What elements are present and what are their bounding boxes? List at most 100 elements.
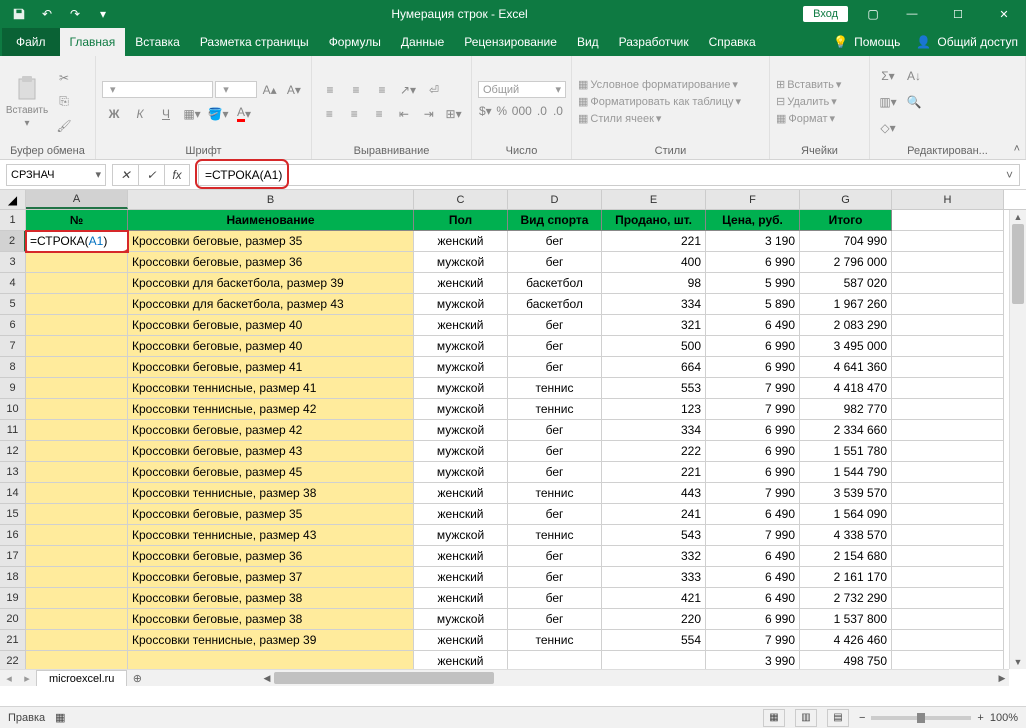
row-header[interactable]: 22	[0, 651, 26, 669]
cell[interactable]: женский	[414, 567, 508, 588]
minimize-button[interactable]: —	[890, 0, 934, 28]
cell[interactable]: 498 750	[800, 651, 892, 669]
cell[interactable]	[26, 378, 128, 399]
cell[interactable]: Кроссовки беговые, размер 43	[128, 441, 414, 462]
scroll-up-icon[interactable]: ▲	[1010, 210, 1026, 224]
tab-insert[interactable]: Вставка	[125, 28, 190, 56]
cell[interactable]: Кроссовки беговые, размер 40	[128, 315, 414, 336]
format-as-table-button[interactable]: ▦ Форматировать как таблицу ▾	[578, 95, 763, 108]
enter-formula-icon[interactable]: ✓	[138, 164, 164, 186]
cell[interactable]: мужской	[414, 420, 508, 441]
cell[interactable]	[892, 210, 1004, 231]
row-header[interactable]: 19	[0, 588, 26, 609]
cell[interactable]: 704 990	[800, 231, 892, 252]
cell[interactable]: 6 490	[706, 567, 800, 588]
cell[interactable]: 7 990	[706, 399, 800, 420]
zoom-in-icon[interactable]: +	[977, 712, 983, 724]
cell[interactable]: 6 490	[706, 504, 800, 525]
cell[interactable]: бег	[508, 420, 602, 441]
cell[interactable]: женский	[414, 546, 508, 567]
cell[interactable]: мужской	[414, 462, 508, 483]
horizontal-scrollbar[interactable]: ◀▶	[260, 669, 1009, 686]
row-header[interactable]: 16	[0, 525, 26, 546]
cell[interactable]: 332	[602, 546, 706, 567]
redo-icon[interactable]: ↷	[62, 2, 88, 26]
macro-record-icon[interactable]: ▦	[55, 711, 65, 724]
cell[interactable]	[892, 294, 1004, 315]
cell[interactable]: 7 990	[706, 630, 800, 651]
cell[interactable]: Кроссовки беговые, размер 35	[128, 231, 414, 252]
cell[interactable]	[26, 336, 128, 357]
cell[interactable]	[892, 336, 1004, 357]
cell[interactable]: 334	[602, 420, 706, 441]
row-header[interactable]: 18	[0, 567, 26, 588]
cell[interactable]: мужской	[414, 609, 508, 630]
row-header[interactable]: 14	[0, 483, 26, 504]
cell[interactable]: бег	[508, 546, 602, 567]
cut-icon[interactable]: ✂	[52, 67, 76, 89]
cell[interactable]: женский	[414, 483, 508, 504]
cell[interactable]	[26, 399, 128, 420]
cell[interactable]: 333	[602, 567, 706, 588]
cell[interactable]: женский	[414, 504, 508, 525]
cell[interactable]: 6 990	[706, 357, 800, 378]
cell[interactable]: бег	[508, 504, 602, 525]
cell[interactable]: 7 990	[706, 483, 800, 504]
sheet-next-icon[interactable]: ▸	[18, 672, 36, 685]
cell[interactable]: бег	[508, 357, 602, 378]
sheet-tab-active[interactable]: microexcel.ru	[36, 670, 127, 686]
cell[interactable]: 982 770	[800, 399, 892, 420]
tab-view[interactable]: Вид	[567, 28, 609, 56]
share-button[interactable]: 👤Общий доступ	[908, 28, 1026, 56]
cell[interactable]	[892, 651, 1004, 669]
cell[interactable]	[26, 462, 128, 483]
tab-review[interactable]: Рецензирование	[454, 28, 567, 56]
cell[interactable]	[26, 273, 128, 294]
cell[interactable]	[26, 546, 128, 567]
cell[interactable]: 7 990	[706, 525, 800, 546]
cell[interactable]: мужской	[414, 357, 508, 378]
cell[interactable]: бег	[508, 252, 602, 273]
cell[interactable]: 6 990	[706, 336, 800, 357]
cell[interactable]: мужской	[414, 399, 508, 420]
cell[interactable]: 241	[602, 504, 706, 525]
cell[interactable]: мужской	[414, 525, 508, 546]
fill-color-icon[interactable]: 🪣▾	[206, 103, 230, 125]
cell[interactable]: 6 990	[706, 609, 800, 630]
cell[interactable]: Кроссовки беговые, размер 45	[128, 462, 414, 483]
cell[interactable]	[508, 651, 602, 669]
cell[interactable]	[26, 357, 128, 378]
cell[interactable]: 6 990	[706, 441, 800, 462]
tab-layout[interactable]: Разметка страницы	[190, 28, 319, 56]
orientation-icon[interactable]: ↗▾	[396, 79, 420, 101]
cell[interactable]: баскетбол	[508, 294, 602, 315]
row-header[interactable]: 7	[0, 336, 26, 357]
cell[interactable]: 4 426 460	[800, 630, 892, 651]
cell[interactable]: теннис	[508, 399, 602, 420]
expand-formula-bar-icon[interactable]: ˅	[1006, 168, 1013, 182]
cell[interactable]: 6 490	[706, 588, 800, 609]
cell[interactable]: Кроссовки для баскетбола, размер 43	[128, 294, 414, 315]
cell[interactable]	[892, 630, 1004, 651]
cell[interactable]: Вид спорта	[508, 210, 602, 231]
cell[interactable]: Кроссовки теннисные, размер 42	[128, 399, 414, 420]
vertical-scrollbar[interactable]: ▲▼	[1009, 210, 1026, 669]
wrap-text-icon[interactable]: ⏎	[422, 79, 446, 101]
cell[interactable]: женский	[414, 231, 508, 252]
cell[interactable]	[892, 273, 1004, 294]
scroll-right-icon[interactable]: ▶	[995, 670, 1009, 686]
cell[interactable]	[892, 525, 1004, 546]
scroll-down-icon[interactable]: ▼	[1010, 655, 1026, 669]
cell[interactable]: 3 495 000	[800, 336, 892, 357]
cell[interactable]: теннис	[508, 525, 602, 546]
cell[interactable]: 6 490	[706, 546, 800, 567]
zoom-level[interactable]: 100%	[990, 712, 1018, 724]
collapse-ribbon-icon[interactable]: ˄	[1014, 143, 1020, 155]
sheet-prev-icon[interactable]: ◂	[0, 672, 18, 685]
bold-button[interactable]: Ж	[102, 103, 126, 125]
cell[interactable]: 2 732 290	[800, 588, 892, 609]
cell[interactable]	[892, 420, 1004, 441]
zoom-slider[interactable]	[871, 716, 971, 720]
cell[interactable]	[26, 483, 128, 504]
align-center-icon[interactable]: ≡	[343, 103, 366, 125]
